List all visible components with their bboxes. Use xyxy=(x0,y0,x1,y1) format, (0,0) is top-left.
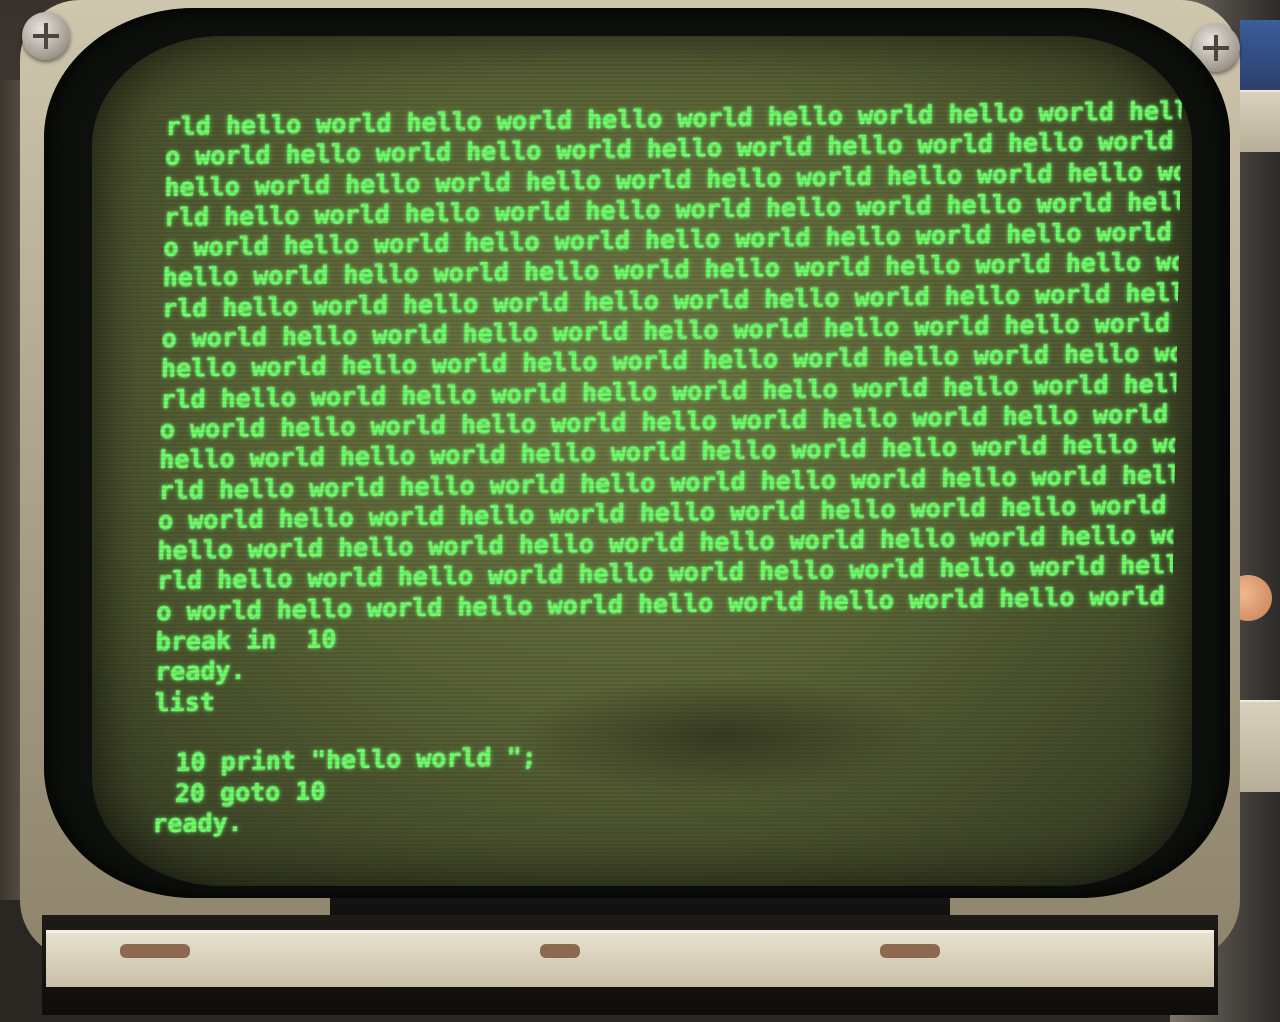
rust-spot xyxy=(540,944,580,958)
rust-spot xyxy=(120,944,190,958)
terminal-output: rld hello world hello world hello world … xyxy=(152,96,1182,839)
crt-screen: rld hello world hello world hello world … xyxy=(92,36,1192,886)
rust-spot xyxy=(880,944,940,958)
background-blue-object xyxy=(1240,20,1280,90)
photo-scene: rld hello world hello world hello world … xyxy=(0,0,1280,1022)
base-tray-lip xyxy=(46,930,1214,987)
screw-icon xyxy=(22,12,70,60)
